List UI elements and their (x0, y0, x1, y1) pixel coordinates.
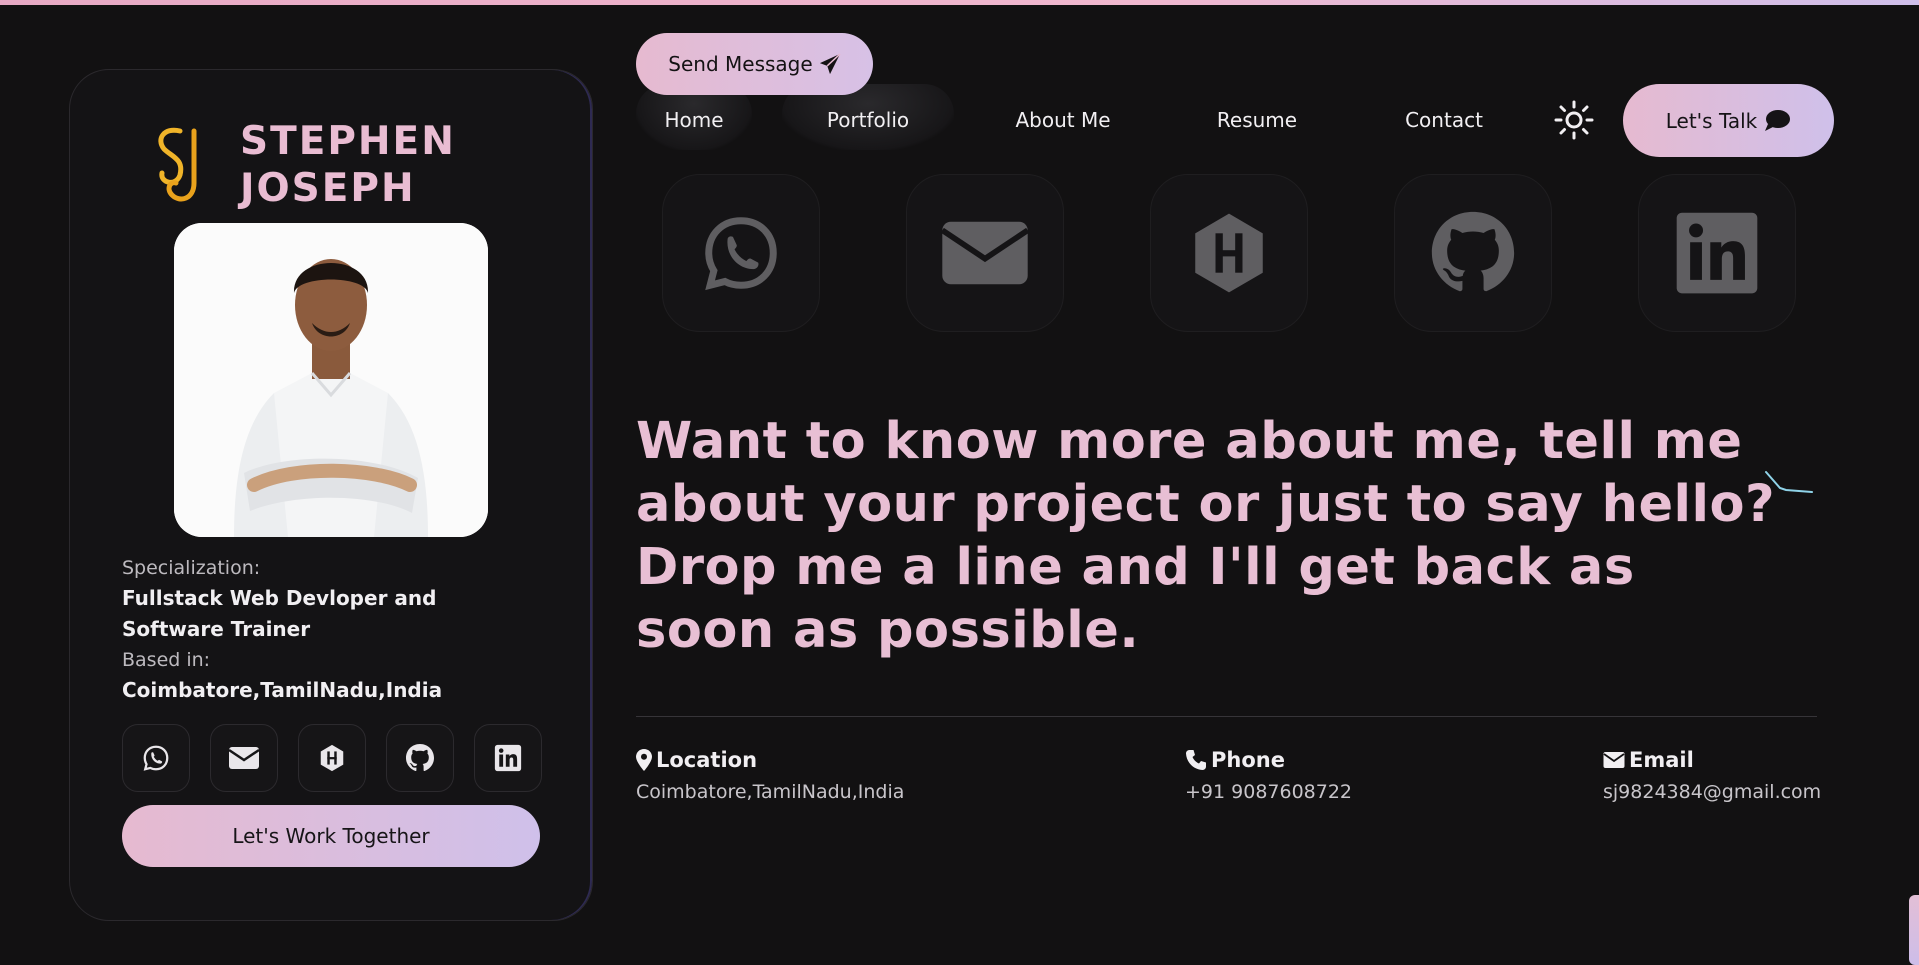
map-pin-icon (636, 749, 652, 771)
hashnode-link-large[interactable] (1150, 174, 1308, 332)
email-link[interactable] (210, 724, 278, 792)
email-heading: Email (1603, 745, 1821, 775)
contact-location: Location Coimbatore,TamilNadu,India (636, 745, 904, 803)
chat-bubble-icon (1765, 109, 1791, 131)
specialization-label: Specialization: (122, 557, 261, 579)
location-value: Coimbatore,TamilNadu,India (636, 781, 905, 803)
whatsapp-icon (705, 217, 777, 291)
linkedin-icon (1676, 212, 1758, 294)
top-gradient-bar (0, 0, 1919, 5)
whatsapp-link[interactable] (122, 724, 190, 792)
brand: STEPHEN JOSEPH (150, 118, 456, 212)
send-message-label: Send Message (668, 52, 813, 76)
based-value: Coimbatore,TamilNadu,India (122, 678, 443, 702)
location-heading: Location (636, 745, 904, 775)
theme-toggle-sun-icon[interactable] (1554, 100, 1594, 140)
send-message-button[interactable]: Send Message (636, 33, 873, 95)
github-link-large[interactable] (1394, 174, 1552, 332)
email-value[interactable]: sj9824384@gmail.com (1603, 781, 1821, 803)
contact-email: Email sj9824384@gmail.com (1603, 745, 1821, 803)
mail-icon (940, 221, 1030, 285)
phone-heading: Phone (1185, 745, 1352, 775)
email-link-large[interactable] (906, 174, 1064, 332)
specialization-value: Fullstack Web Devloper and Software Trai… (122, 586, 437, 641)
nav-contact[interactable]: Contact (1386, 100, 1502, 140)
github-icon (1431, 211, 1515, 292)
social-links-small (122, 724, 542, 792)
social-links-large (662, 174, 1796, 332)
whatsapp-icon (143, 745, 169, 771)
hashnode-icon (1195, 213, 1263, 293)
name-line-2: JOSEPH (240, 166, 416, 211)
paper-plane-icon (819, 53, 841, 75)
person-illustration (174, 223, 488, 537)
lets-talk-label: Let's Talk (1665, 108, 1758, 133)
nav-contact-label: Contact (1405, 108, 1483, 132)
github-icon (406, 744, 434, 771)
nav-home[interactable]: Home (636, 84, 752, 150)
scrollbar-thumb[interactable] (1909, 895, 1919, 965)
envelope-icon (1603, 752, 1625, 768)
linkedin-link-large[interactable] (1638, 174, 1796, 332)
based-label: Based in: (122, 649, 211, 671)
nav-about-label: About Me (1015, 108, 1111, 132)
nav-home-label: Home (664, 108, 724, 132)
name-line-1: STEPHEN (240, 119, 456, 164)
contact-phone: Phone +91 9087608722 (1185, 745, 1352, 803)
hashnode-link[interactable] (298, 724, 366, 792)
profile-name: STEPHEN JOSEPH (240, 118, 456, 212)
nav-resume[interactable]: Resume (1200, 100, 1314, 140)
linkedin-icon (494, 744, 522, 772)
profile-photo (174, 223, 488, 537)
github-link[interactable] (386, 724, 454, 792)
phone-label: Phone (1211, 748, 1285, 772)
lets-talk-button[interactable]: Let's Talk (1623, 84, 1834, 157)
nav-about-me[interactable]: About Me (996, 100, 1130, 140)
hashnode-icon (320, 744, 344, 772)
nav-portfolio[interactable]: Portfolio (782, 84, 954, 150)
sj-logo (158, 127, 197, 202)
nav-resume-label: Resume (1216, 108, 1298, 132)
lets-work-together-button[interactable]: Let's Work Together (122, 805, 540, 867)
linkedin-link[interactable] (474, 724, 542, 792)
divider (636, 716, 1817, 717)
decorative-spark-icon (1765, 471, 1813, 493)
phone-icon (1186, 750, 1206, 770)
email-label: Email (1629, 748, 1694, 772)
whatsapp-link-large[interactable] (662, 174, 820, 332)
mail-icon (228, 747, 260, 769)
profile-card: STEPHEN JOSEPH Specialization: Fullstack… (69, 69, 593, 921)
contact-headline: Want to know more about me, tell me abou… (636, 412, 1776, 660)
location-label: Location (656, 748, 758, 772)
phone-value[interactable]: +91 9087608722 (1185, 781, 1352, 803)
profile-info: Specialization: Fullstack Web Devloper a… (122, 553, 542, 706)
nav-portfolio-label: Portfolio (826, 108, 910, 132)
